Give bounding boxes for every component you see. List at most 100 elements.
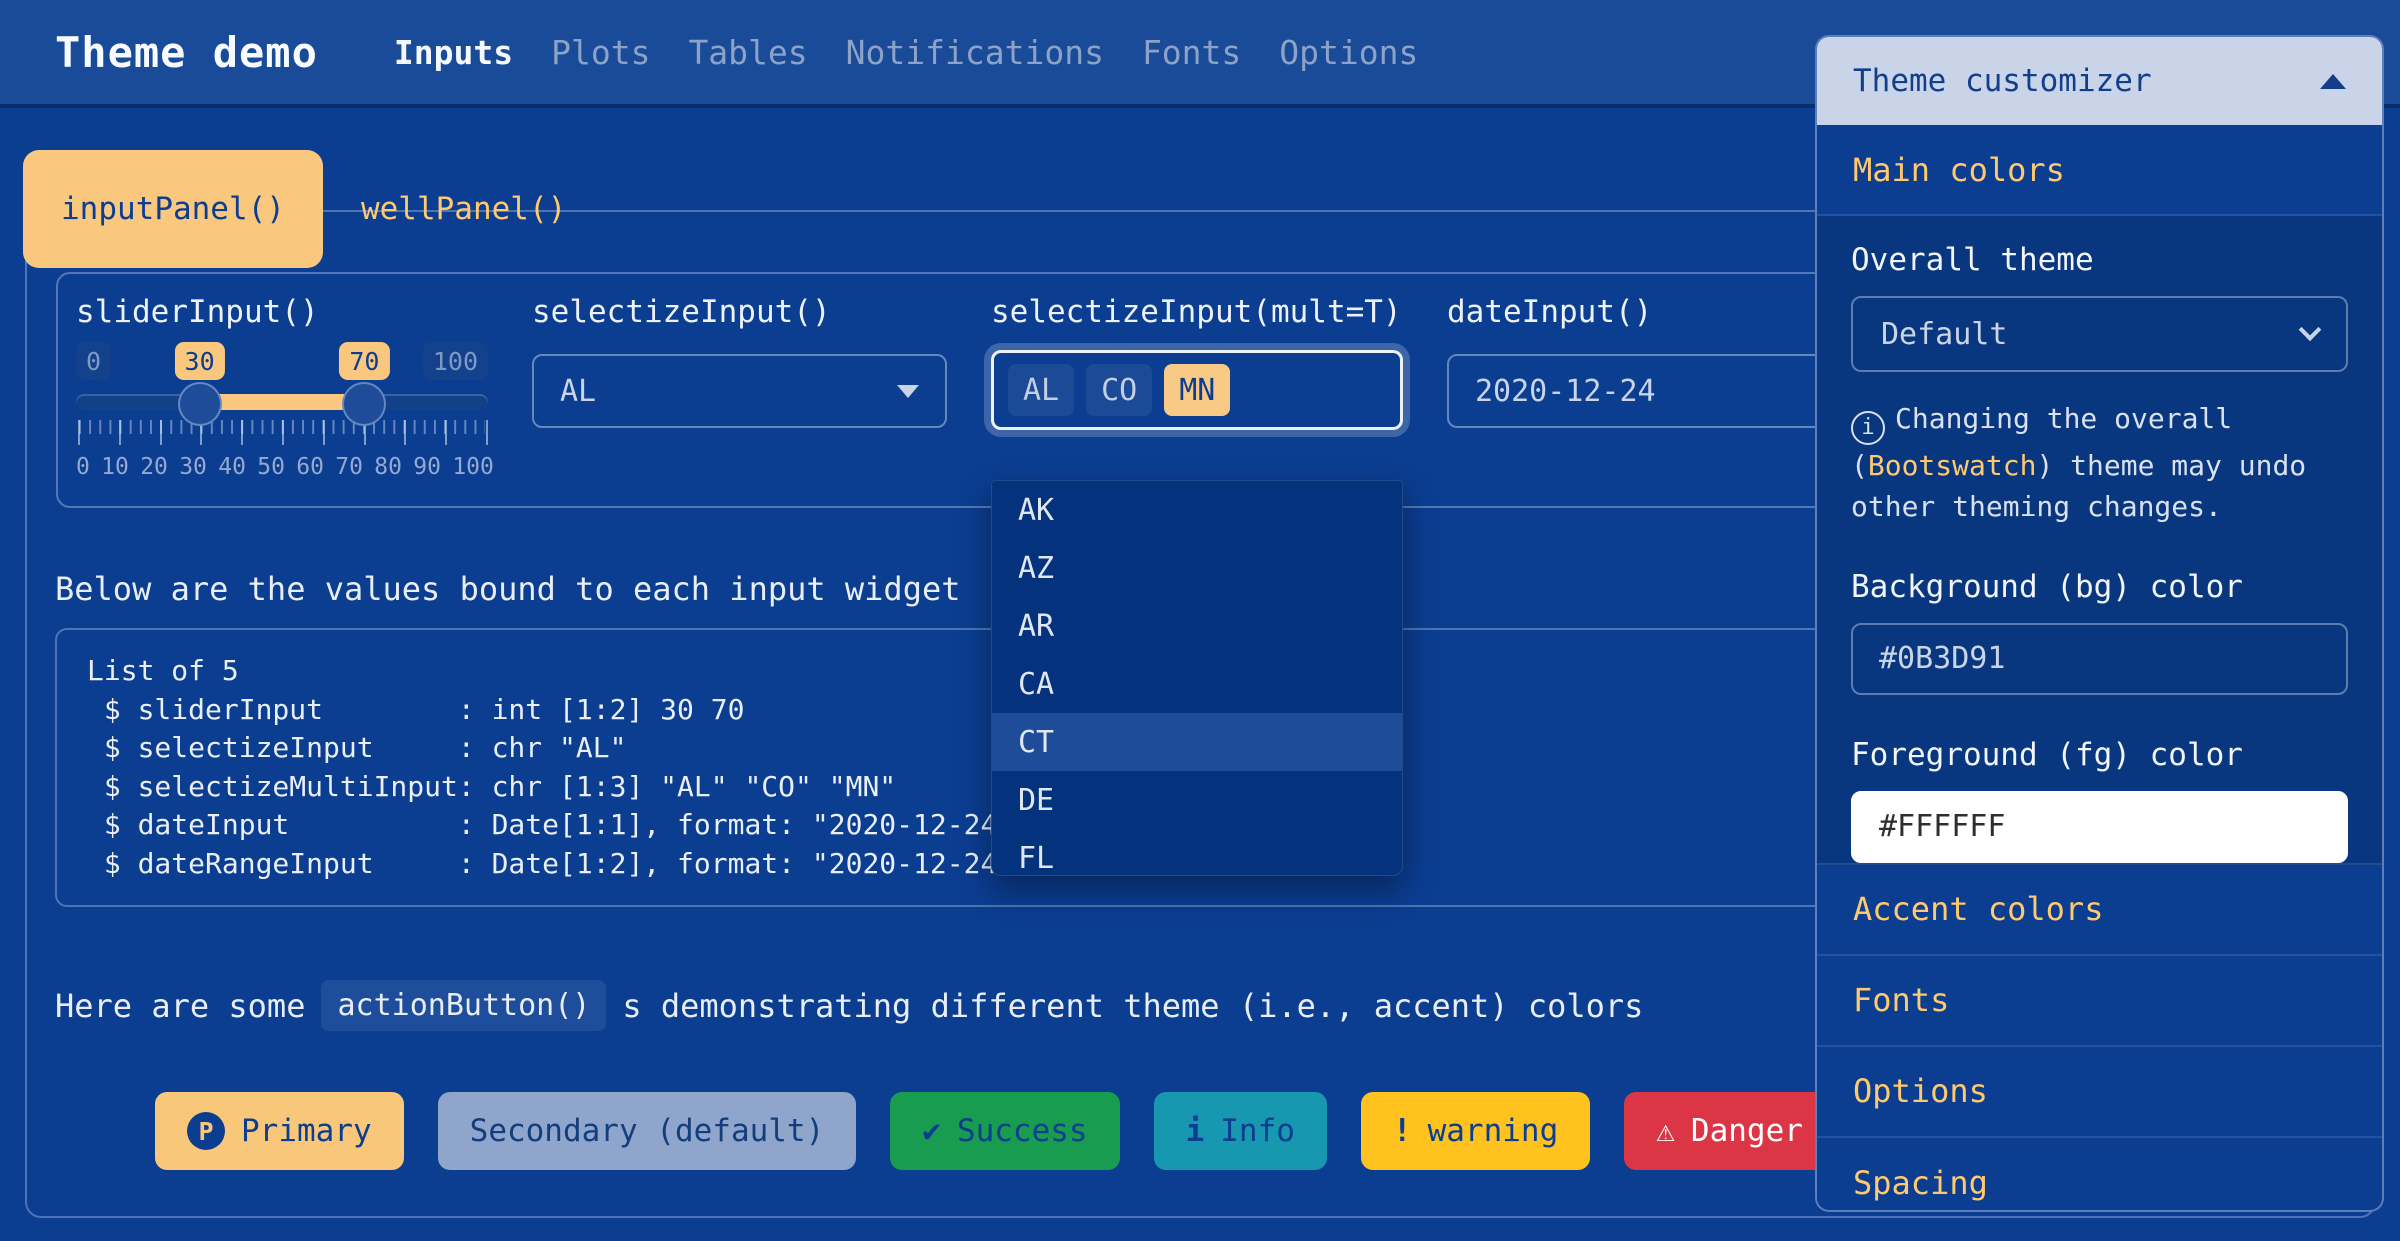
danger-button[interactable]: ⚠ Danger xyxy=(1624,1092,1835,1170)
chevron-down-icon xyxy=(2299,318,2322,341)
info-icon: i xyxy=(1186,1113,1205,1149)
nav-item-plots[interactable]: Plots xyxy=(551,33,650,72)
date-input[interactable]: 2020-12-24 xyxy=(1447,354,1839,428)
dropdown-option[interactable]: AZ xyxy=(992,539,1402,597)
slider-label: sliderInput() xyxy=(76,294,488,330)
nav-item-notifications[interactable]: Notifications xyxy=(846,33,1104,72)
slider-min-label: 0 xyxy=(76,342,111,380)
actions-heading-pre: Here are some xyxy=(55,987,305,1025)
overall-theme-label: Overall theme xyxy=(1851,242,2348,278)
section-fonts[interactable]: Fonts xyxy=(1817,956,2382,1047)
collapse-caret-icon[interactable] xyxy=(2320,74,2346,89)
scale-tick-label: 100 xyxy=(452,454,494,480)
dropdown-option-highlighted[interactable]: CT xyxy=(992,713,1402,771)
fg-color-label: Foreground (fg) color xyxy=(1851,737,2348,773)
overall-theme-value: Default xyxy=(1881,317,2302,352)
scale-tick-label: 90 xyxy=(413,454,441,480)
slider-major-ticks xyxy=(78,420,488,445)
section-accent-colors[interactable]: Accent colors xyxy=(1817,865,2382,956)
actions-heading: Here are some actionButton() s demonstra… xyxy=(55,980,1643,1031)
nav-item-tables[interactable]: Tables xyxy=(688,33,807,72)
theme-customizer-panel: Theme customizer Main colors Overall the… xyxy=(1815,35,2384,1212)
check-icon: ✔ xyxy=(922,1113,941,1149)
nav-item-fonts[interactable]: Fonts xyxy=(1142,33,1241,72)
warning-button[interactable]: ! warning xyxy=(1361,1092,1590,1170)
fg-color-input[interactable] xyxy=(1851,791,2348,863)
multi-selectize-group: selectizeInput(mult=T) AL CO MN AK AZ AR… xyxy=(991,294,1403,506)
button-label: Primary xyxy=(241,1113,372,1149)
p-circle-icon: P xyxy=(187,1112,225,1150)
selected-tag[interactable]: AL xyxy=(1008,364,1074,416)
section-options[interactable]: Options xyxy=(1817,1047,2382,1138)
scale-tick-label: 70 xyxy=(335,454,363,480)
caret-down-icon xyxy=(897,385,919,398)
dropdown-option[interactable]: DE xyxy=(992,771,1402,829)
slider-input-group: sliderInput() 0 30 70 100 0 10 20 30 40 … xyxy=(76,294,488,506)
selectize-input-group: selectizeInput() AL xyxy=(532,294,947,506)
primary-button[interactable]: P Primary xyxy=(155,1092,404,1170)
button-label: Secondary (default) xyxy=(470,1113,825,1149)
section-main-colors[interactable]: Main colors xyxy=(1817,125,2382,216)
slider-low-value: 30 xyxy=(175,342,225,380)
selectize-value: AL xyxy=(560,374,897,409)
dropdown-option[interactable]: AR xyxy=(992,597,1402,655)
scale-tick-label: 60 xyxy=(296,454,324,480)
scale-tick-label: 0 xyxy=(76,454,90,480)
date-input-group: dateInput() 2020-12-24 xyxy=(1447,294,1839,506)
button-label: Danger xyxy=(1691,1113,1803,1149)
info-circle-icon: i xyxy=(1851,411,1885,445)
button-label: Info xyxy=(1220,1113,1295,1149)
date-label: dateInput() xyxy=(1447,294,1839,330)
actions-heading-post: s demonstrating different theme (i.e., a… xyxy=(622,987,1643,1025)
tab-wellpanel[interactable]: wellPanel() xyxy=(323,150,604,268)
slider-widget: 0 30 70 100 0 10 20 30 40 50 60 70 80 xyxy=(76,342,488,512)
main-colors-body: Overall theme Default iChanging the over… xyxy=(1817,216,2382,865)
navbar-menu: Inputs Plots Tables Notifications Fonts … xyxy=(394,33,1418,72)
success-button[interactable]: ✔ Success xyxy=(890,1092,1119,1170)
multi-selectize-label: selectizeInput(mult=T) xyxy=(991,294,1403,330)
slider-selected-range xyxy=(200,394,365,410)
selected-tag-active[interactable]: MN xyxy=(1164,364,1230,416)
slider-high-value: 70 xyxy=(339,342,389,380)
warning-triangle-icon: ⚠ xyxy=(1656,1113,1675,1149)
actions-heading-code: actionButton() xyxy=(321,980,606,1031)
nav-item-inputs[interactable]: Inputs xyxy=(394,33,513,72)
selectize-input[interactable]: AL xyxy=(532,354,947,428)
multi-selectize-input[interactable]: AL CO MN xyxy=(991,350,1403,430)
dropdown-option[interactable]: CA xyxy=(992,655,1402,713)
tab-inputpanel[interactable]: inputPanel() xyxy=(23,150,323,268)
scale-tick-label: 50 xyxy=(257,454,285,480)
dropdown-option[interactable]: AK xyxy=(992,481,1402,539)
bootswatch-note: iChanging the overall (Bootswatch) theme… xyxy=(1851,398,2348,527)
date-value: 2020-12-24 xyxy=(1475,374,1811,409)
exclamation-icon: ! xyxy=(1393,1113,1412,1149)
app-brand: Theme demo xyxy=(55,28,318,77)
customizer-title: Theme customizer xyxy=(1853,63,2152,99)
scale-tick-label: 30 xyxy=(179,454,207,480)
secondary-button[interactable]: Secondary (default) xyxy=(438,1092,857,1170)
slider-handle-low[interactable] xyxy=(178,382,222,426)
overall-theme-select[interactable]: Default xyxy=(1851,296,2348,372)
button-label: warning xyxy=(1428,1113,1559,1149)
dropdown-option[interactable]: FL xyxy=(992,829,1402,876)
section-spacing[interactable]: Spacing xyxy=(1817,1138,2382,1213)
values-heading: Below are the values bound to each input… xyxy=(55,570,960,608)
info-button[interactable]: i Info xyxy=(1154,1092,1327,1170)
scale-tick-label: 80 xyxy=(374,454,402,480)
scale-tick-label: 10 xyxy=(101,454,129,480)
button-label: Success xyxy=(957,1113,1088,1149)
scale-tick-label: 40 xyxy=(218,454,246,480)
customizer-header[interactable]: Theme customizer xyxy=(1817,37,2382,125)
selected-tag[interactable]: CO xyxy=(1086,364,1152,416)
bg-color-label: Background (bg) color xyxy=(1851,569,2348,605)
bootswatch-link[interactable]: Bootswatch xyxy=(1868,449,2037,482)
tab-bar: inputPanel() wellPanel() xyxy=(23,150,604,268)
nav-item-options[interactable]: Options xyxy=(1279,33,1418,72)
action-button-row: P Primary Secondary (default) ✔ Success … xyxy=(155,1092,1835,1170)
slider-max-label: 100 xyxy=(423,342,488,380)
slider-scale: 0 10 20 30 40 50 60 70 80 90 100 xyxy=(76,454,494,480)
bg-color-input[interactable] xyxy=(1851,623,2348,695)
multi-selectize-dropdown: AK AZ AR CA CT DE FL xyxy=(991,480,1403,876)
scale-tick-label: 20 xyxy=(140,454,168,480)
selectize-label: selectizeInput() xyxy=(532,294,947,330)
